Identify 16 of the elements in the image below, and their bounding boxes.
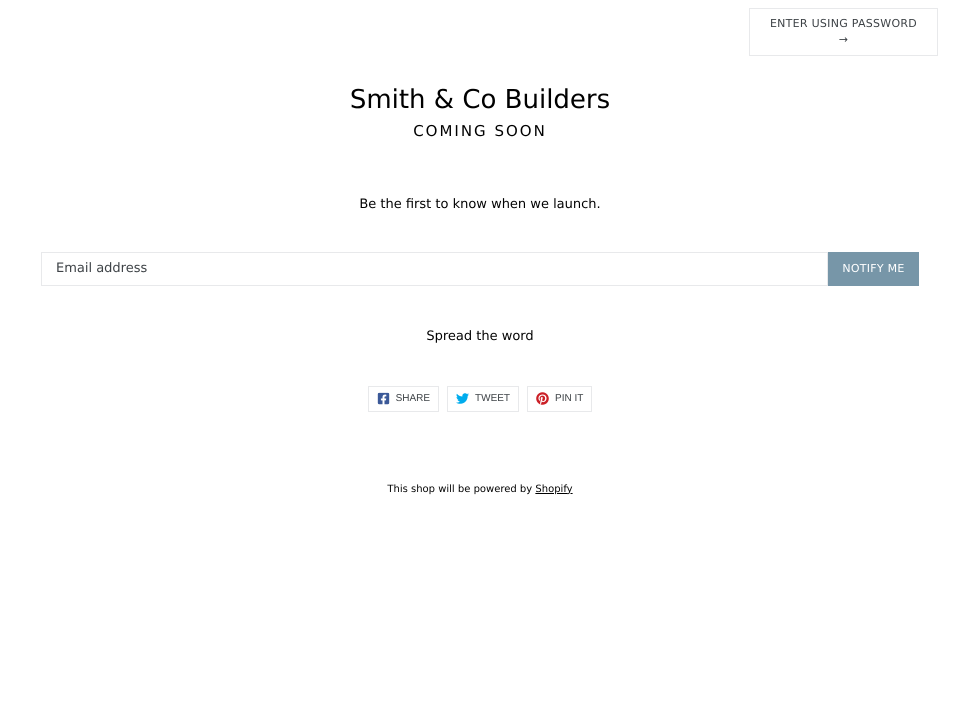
bird-icon <box>456 392 470 405</box>
share-button[interactable]: SHARE <box>368 386 440 412</box>
intro-text: Be the first to know when we launch. <box>358 196 602 214</box>
footer-text: This shop will be powered by <box>387 484 534 494</box>
shopify-link[interactable]: Shopify <box>535 484 573 494</box>
share-button[interactable]: PIN IT <box>527 386 592 412</box>
share-button[interactable]: TWEET <box>447 386 520 412</box>
enter-password-button[interactable]: ENTER USING PASSWORD → <box>749 8 938 56</box>
pin-icon <box>536 392 550 405</box>
button-label: ENTER USING PASSWORD <box>770 16 918 32</box>
coming-soon-heading: COMING SOON <box>412 121 548 142</box>
shop-title: Smith & Co Builders <box>348 84 612 117</box>
share-heading: Spread the word <box>425 328 535 346</box>
facebook-icon <box>376 392 390 405</box>
arrow-icon: → <box>838 32 848 48</box>
email-field[interactable]: Email address <box>41 252 828 286</box>
